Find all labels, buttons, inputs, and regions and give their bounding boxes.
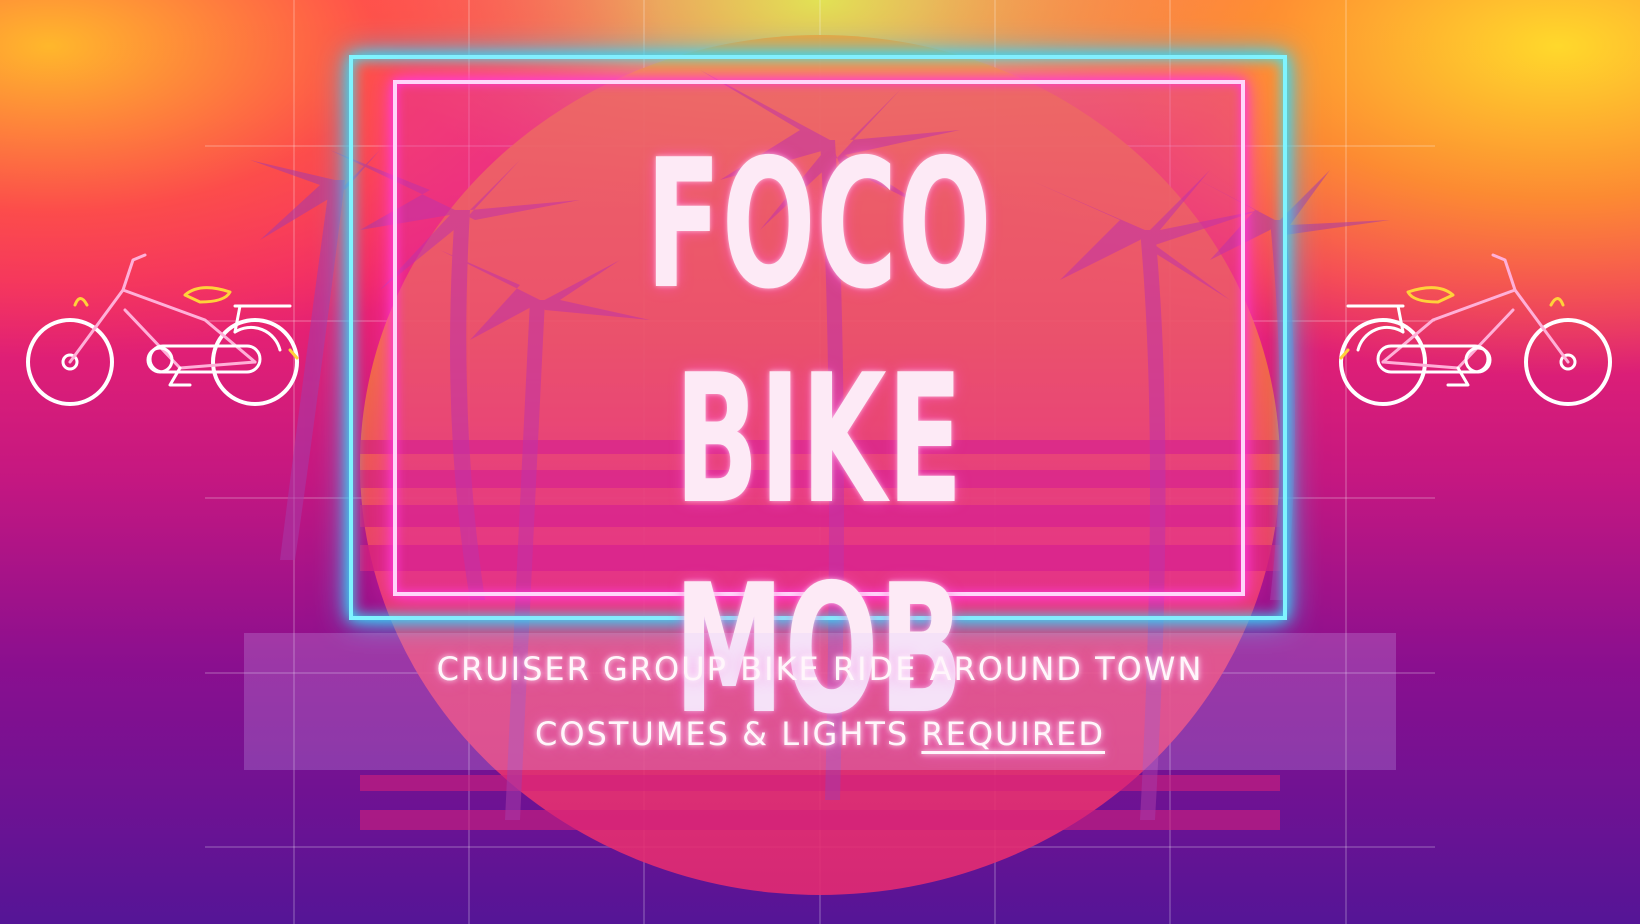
title-line-1: FOCO (645, 121, 993, 328)
subtitle-line-2-text: COSTUMES & LIGHTS (535, 715, 922, 753)
subtitle-line-1: CRUISER GROUP BIKE RIDE AROUND TOWN (436, 650, 1204, 688)
required-emphasis: REQUIRED (921, 715, 1105, 753)
bicycle-icon (1339, 253, 1612, 406)
bicycle-icon (26, 253, 299, 406)
event-banner: FOCO BIKE MOB CRUISER GROUP BIKE RIDE AR… (0, 0, 1640, 924)
subtitle-line-2: COSTUMES & LIGHTS REQUIRED (244, 715, 1396, 753)
